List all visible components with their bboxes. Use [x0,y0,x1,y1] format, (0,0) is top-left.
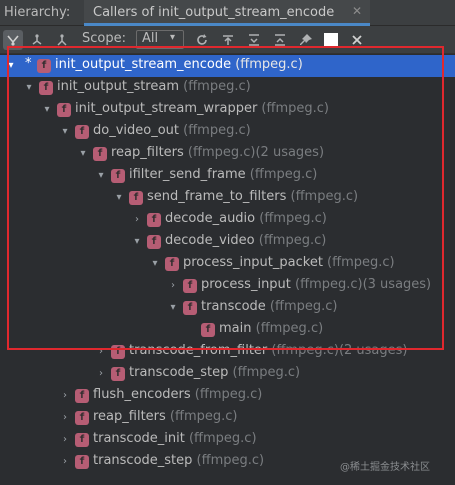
function-name: reap_filters (ffmpeg.c) [93,409,237,424]
tab-close-icon[interactable]: ✕ [352,4,362,18]
chevron-right-icon[interactable]: › [95,365,107,383]
chevron-right-icon[interactable]: › [59,431,71,449]
highlight-box [7,46,444,350]
tree-row[interactable]: › f flush_encoders (ffmpeg.c) [0,385,455,407]
watermark: @稀土掘金技术社区 [340,462,430,473]
function-label: transcode_step [129,365,229,380]
tool-window-header: Hierarchy: Callers of init_output_stream… [0,0,455,26]
function-icon: f [75,389,89,403]
function-location: (ffmpeg.c) [165,409,238,424]
function-label: reap_filters [93,409,166,424]
tree-row[interactable]: › f transcode_step (ffmpeg.c) [0,363,455,385]
chevron-right-icon[interactable]: › [59,409,71,427]
tree-row[interactable]: › f reap_filters (ffmpeg.c) [0,407,455,429]
function-icon: f [75,411,89,425]
function-label: transcode_step [93,453,193,468]
function-name: transcode_init (ffmpeg.c) [93,431,257,446]
chevron-down-icon: ▾ [170,32,176,43]
function-name: transcode_step (ffmpeg.c) [129,365,300,380]
function-icon: f [75,455,89,469]
function-label: flush_encoders [93,387,191,402]
function-location: (ffmpeg.c) [192,453,265,468]
function-location: (ffmpeg.c) [228,365,301,380]
tree-row[interactable]: › f transcode_init (ffmpeg.c) [0,429,455,451]
chevron-right-icon[interactable]: › [59,387,71,405]
chevron-right-icon[interactable]: › [59,453,71,471]
function-location: (ffmpeg.c) [184,431,257,446]
function-label: transcode_init [93,431,185,446]
function-icon: f [75,433,89,447]
function-location: (ffmpeg.c) [190,387,263,402]
scope-value: All [142,31,159,46]
scope-label: Scope: [82,31,126,46]
tab-callers[interactable]: Callers of init_output_stream_encode ✕ [84,0,370,26]
hierarchy-label: Hierarchy: [4,5,71,20]
function-name: flush_encoders (ffmpeg.c) [93,387,262,402]
preview-square-icon[interactable] [324,33,338,47]
function-name: transcode_step (ffmpeg.c) [93,453,264,468]
function-icon: f [111,367,125,381]
tab-title: Callers of init_output_stream_encode [93,5,335,20]
